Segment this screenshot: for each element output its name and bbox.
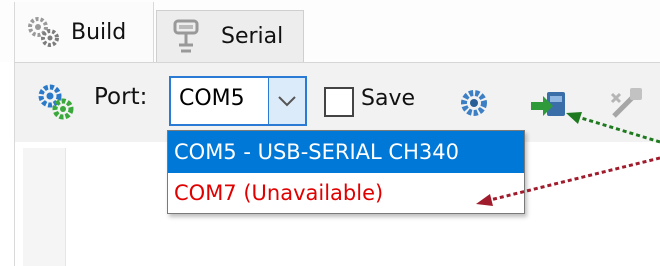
- disconnect-icon[interactable]: [606, 84, 646, 124]
- port-option-com5-label: COM5 - USB-SERIAL CH340: [174, 140, 459, 164]
- port-option-com7[interactable]: COM7 (Unavailable): [168, 173, 524, 213]
- save-checkbox[interactable]: [324, 87, 354, 117]
- chevron-down-icon: [278, 96, 296, 107]
- port-select-toggle[interactable]: [268, 78, 305, 124]
- build-gears-icon[interactable]: [36, 82, 76, 122]
- port-label: Port:: [94, 84, 148, 110]
- tab-build[interactable]: Build: [14, 2, 154, 62]
- port-select-value: COM5: [179, 86, 245, 111]
- port-option-com5[interactable]: COM5 - USB-SERIAL CH340: [168, 131, 524, 173]
- compile-gear-icon[interactable]: [457, 88, 491, 118]
- tab-build-label: Build: [71, 19, 127, 45]
- save-checkbox-label: Save: [361, 86, 416, 111]
- upload-icon[interactable]: [529, 84, 569, 122]
- editor-gutter: [23, 148, 66, 266]
- tab-serial-label: Serial: [221, 24, 284, 49]
- gears-icon: [28, 17, 59, 47]
- port-option-com7-label: COM7 (Unavailable): [174, 181, 384, 205]
- tab-serial[interactable]: Serial: [156, 10, 304, 62]
- serial-port-icon: [173, 19, 199, 52]
